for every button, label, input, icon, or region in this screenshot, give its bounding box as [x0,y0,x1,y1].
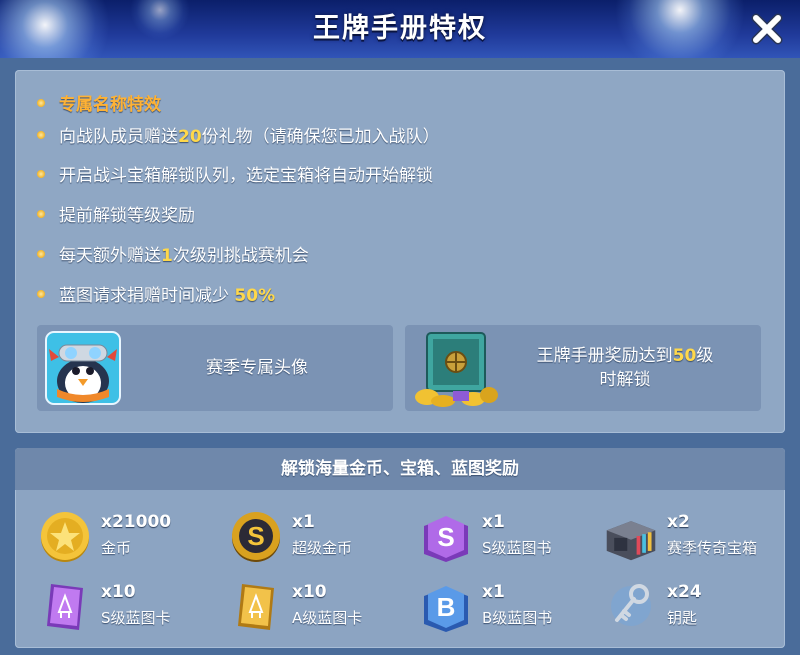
bullet-icon [37,170,45,178]
title-bar: 王牌手册特权 [0,0,800,58]
perk-label: 提前解锁等级奖励 [59,206,195,226]
bullet-icon [37,210,45,218]
perk-item-blueprint-time: 蓝图请求捐赠时间减少 50% [37,283,275,309]
reward-qty: x1 [292,512,315,532]
reward-qty: x2 [667,512,690,532]
page-title: 王牌手册特权 [313,13,487,44]
reward-name: A级蓝图卡 [292,609,363,627]
card-label: 王牌手册奖励达到50级 时解锁 [505,344,745,392]
perk-label: 每天额外赠送 [59,246,161,266]
svg-text:S: S [247,521,264,551]
reward-qty: x1 [482,512,505,532]
season-avatar-card: 赛季专属头像 [37,325,393,411]
reward-name: S级蓝图书 [482,539,552,557]
reward-name: 钥匙 [667,609,698,627]
bullet-icon [37,290,45,298]
reward-item-gold: x21000 金币 [37,508,227,564]
card-label: 赛季专属头像 [206,358,308,378]
perk-label: 蓝图请求捐赠时间减少 [59,286,235,306]
super-coin-icon: S [232,512,280,562]
perk-item-name-effect: 专属名称特效 [37,92,161,118]
perk-highlight: 50% [234,286,276,306]
reward-name: S级蓝图卡 [101,609,171,627]
gold-coin-icon [41,512,89,562]
bullet-icon [37,250,45,258]
perk-label: 份礼物（请确保您已加入战队） [201,127,440,147]
reward-item-s-card: x10 S级蓝图卡 [37,578,227,634]
svg-text:S: S [437,522,454,552]
reward-item-a-card: x10 A级蓝图卡 [228,578,418,634]
level-50-unlock-card: 王牌手册奖励达到50级 时解锁 [405,325,761,411]
perks-panel: 专属名称特效 向战队成员赠送20份礼物（请确保您已加入战队） 开启战斗宝箱解锁队… [15,70,785,433]
perk-highlight: 1 [161,246,173,266]
bullet-icon [37,99,45,107]
legendary-chest-icon [606,521,656,561]
reward-item-key: x24 钥匙 [603,578,793,634]
s-blueprint-book-icon: S [424,516,468,562]
reward-qty: x1 [482,582,505,602]
reward-qty: x24 [667,582,702,602]
reward-name: 赛季传奇宝箱 [667,539,758,557]
close-icon [751,13,783,45]
reward-qty: x10 [292,582,327,602]
perk-item-gift: 向战队成员赠送20份礼物（请确保您已加入战队） [37,124,440,150]
bullet-icon [37,131,45,139]
card-label-text: 时解锁 [599,370,651,390]
card-highlight: 50 [672,346,697,366]
perk-item-challenge: 每天额外赠送1次级别挑战赛机会 [37,243,309,269]
svg-text:B: B [437,592,456,622]
reward-item-legendary-chest: x2 赛季传奇宝箱 [603,508,793,564]
reward-item-s-book: S x1 S级蓝图书 [418,508,608,564]
safe-chest-icon [415,332,498,407]
reward-item-super-coin: S x1 超级金币 [228,508,418,564]
perk-label: 次级别挑战赛机会 [172,246,309,266]
reward-item-b-book: B x1 B级蓝图书 [418,578,608,634]
reward-qty: x10 [101,582,136,602]
card-label-text: 级 [696,346,714,366]
rewards-panel: 解锁海量金币、宝箱、蓝图奖励 x21000 金币 S x1 超级金币 S x1 … [15,448,785,648]
reward-name: B级蓝图书 [482,609,553,627]
perk-label: 开启战斗宝箱解锁队列，选定宝箱将自动开始解锁 [59,166,433,186]
perk-label: 向战队成员赠送 [59,127,178,147]
close-button[interactable] [748,10,786,48]
b-blueprint-book-icon: B [424,586,468,632]
reward-qty: x21000 [101,512,172,532]
perk-label: 专属名称特效 [59,95,161,115]
reward-name: 超级金币 [292,539,353,557]
perk-highlight: 20 [178,127,202,147]
card-label-text: 王牌手册奖励达到 [536,346,673,366]
a-blueprint-card-icon [238,584,274,630]
key-icon [611,584,651,626]
penguin-avatar-icon [45,331,121,405]
perk-item-early-unlock: 提前解锁等级奖励 [37,203,195,229]
rewards-title: 解锁海量金币、宝箱、蓝图奖励 [15,448,785,490]
perk-item-chest-queue: 开启战斗宝箱解锁队列，选定宝箱将自动开始解锁 [37,163,433,189]
reward-name: 金币 [101,539,132,557]
s-blueprint-card-icon [47,584,83,630]
